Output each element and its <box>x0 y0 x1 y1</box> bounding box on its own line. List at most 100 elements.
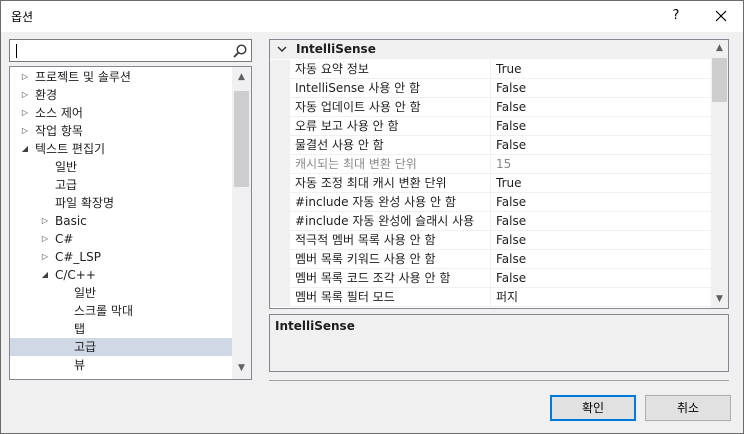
property-value[interactable]: False <box>496 117 526 135</box>
scroll-down-icon[interactable]: ▼ <box>232 360 251 377</box>
property-row[interactable]: 멤버 목록 키워드 사용 안 함 False <box>270 250 711 269</box>
tree-item[interactable]: ▷ 작업 항목 <box>10 122 232 140</box>
property-value[interactable]: False <box>496 231 526 249</box>
column-splitter[interactable] <box>490 193 491 212</box>
tree-item[interactable]: 스크롤 막대 <box>10 302 232 320</box>
column-splitter[interactable] <box>490 288 491 307</box>
tree-item[interactable]: ▷ C# <box>10 230 232 248</box>
column-splitter[interactable] <box>490 250 491 269</box>
ok-button[interactable]: 확인 <box>550 395 636 421</box>
column-splitter[interactable] <box>490 155 491 174</box>
tree-item[interactable]: ▷ 소스 제어 <box>10 104 232 122</box>
property-row[interactable]: 물결선 사용 안 함 False <box>270 136 711 155</box>
tree-scrollbar[interactable]: ▲ ▼ <box>232 67 251 379</box>
cancel-button[interactable]: 취소 <box>645 395 731 421</box>
tree-list: ▷ 프로젝트 및 솔루션 ▷ 환경 ▷ 소스 제어 ▷ 작업 항목 ◢ 텍스트 편집기 일반 고급 파일… <box>10 67 232 379</box>
tree-item[interactable]: 일반 <box>10 284 232 302</box>
tree-item-label: 스크롤 막대 <box>74 304 134 318</box>
column-splitter[interactable] <box>490 269 491 288</box>
tree-scroll-thumb[interactable] <box>234 91 249 187</box>
column-splitter[interactable] <box>490 117 491 136</box>
chevron-down-icon[interactable] <box>276 40 288 59</box>
property-value[interactable]: False <box>496 193 526 211</box>
property-name: 멤버 목록 키워드 사용 안 함 <box>295 252 436 266</box>
grid-scrollbar[interactable]: ▲ ▼ <box>711 40 728 308</box>
property-row[interactable]: 자동 조정 최대 캐시 변환 단위 True <box>270 174 711 193</box>
property-name: 물결선 사용 안 함 <box>295 138 384 152</box>
close-button[interactable] <box>703 4 739 28</box>
collapsed-triangle-icon[interactable]: ▷ <box>40 230 50 248</box>
collapsed-triangle-icon[interactable]: ▷ <box>40 212 50 230</box>
tree-item[interactable]: ◢ 텍스트 편집기 <box>10 140 232 158</box>
tree-item-label: 탭 <box>74 322 86 336</box>
row-gutter <box>270 174 290 193</box>
column-splitter[interactable] <box>490 98 491 117</box>
expanded-triangle-icon[interactable]: ◢ <box>20 140 30 158</box>
property-row[interactable]: 오류 보고 사용 안 함 False <box>270 117 711 136</box>
tree-item[interactable]: 고급 <box>10 176 232 194</box>
property-row[interactable]: 캐시되는 최대 변환 단위 15 <box>270 155 711 174</box>
property-row[interactable]: 자동 업데이트 사용 안 함 False <box>270 98 711 117</box>
category-row[interactable]: IntelliSense <box>270 40 711 59</box>
tree-item[interactable]: 고급 <box>10 338 232 356</box>
property-row[interactable]: #include 자동 완성에 슬래시 사용 False <box>270 212 711 231</box>
property-name: 멤버 목록 코드 조각 사용 안 함 <box>295 271 451 285</box>
scroll-down-icon[interactable]: ▼ <box>711 291 728 308</box>
scroll-up-icon[interactable]: ▲ <box>232 69 251 86</box>
tree-item-label: 파일 확장명 <box>55 196 115 210</box>
property-value[interactable]: False <box>496 212 526 230</box>
tree-item[interactable]: ▷ 환경 <box>10 86 232 104</box>
property-value[interactable]: False <box>496 98 526 116</box>
property-value[interactable]: False <box>496 250 526 268</box>
tree-item[interactable]: 뷰 <box>10 356 232 374</box>
property-row[interactable]: IntelliSense 사용 안 함 False <box>270 79 711 98</box>
property-name: #include 자동 완성에 슬래시 사용 <box>295 214 475 228</box>
property-value[interactable]: False <box>496 269 526 287</box>
column-splitter[interactable] <box>490 60 491 79</box>
column-splitter[interactable] <box>490 212 491 231</box>
expanded-triangle-icon[interactable]: ◢ <box>40 266 50 284</box>
property-value[interactable]: True <box>496 60 522 78</box>
tree-item-label: 소스 제어 <box>35 106 83 120</box>
collapsed-triangle-icon[interactable]: ▷ <box>40 248 50 266</box>
help-button[interactable]: ? <box>663 5 689 27</box>
property-row[interactable]: 자동 요약 정보 True <box>270 60 711 79</box>
tree-item[interactable]: ▷ 프로젝트 및 솔루션 <box>10 68 232 86</box>
tree-item[interactable]: ▷ Basic <box>10 212 232 230</box>
collapsed-triangle-icon[interactable]: ▷ <box>20 122 30 140</box>
property-row[interactable]: 적극적 멤버 목록 사용 안 함 False <box>270 231 711 250</box>
property-name: IntelliSense 사용 안 함 <box>295 81 421 95</box>
search-icon[interactable] <box>232 43 248 59</box>
tree-item[interactable]: ▷ C#_LSP <box>10 248 232 266</box>
property-value[interactable]: False <box>496 136 526 154</box>
scroll-up-icon[interactable]: ▲ <box>711 40 728 57</box>
column-splitter[interactable] <box>490 79 491 98</box>
collapsed-triangle-icon[interactable]: ▷ <box>20 104 30 122</box>
property-row[interactable]: 멤버 목록 코드 조각 사용 안 함 False <box>270 269 711 288</box>
tree-item[interactable]: ◢ C/C++ <box>10 266 232 284</box>
search-input[interactable] <box>9 39 252 62</box>
column-splitter[interactable] <box>490 174 491 193</box>
collapsed-triangle-icon[interactable]: ▷ <box>20 68 30 86</box>
property-value[interactable]: False <box>496 79 526 97</box>
property-name: 오류 보고 사용 안 함 <box>295 119 399 133</box>
tree-item[interactable]: 탭 <box>10 320 232 338</box>
column-splitter[interactable] <box>490 136 491 155</box>
description-title: IntelliSense <box>275 319 355 333</box>
options-tree: ▷ 프로젝트 및 솔루션 ▷ 환경 ▷ 소스 제어 ▷ 작업 항목 ◢ 텍스트 편집기 일반 고급 파일… <box>9 66 252 380</box>
property-name: #include 자동 완성 사용 안 함 <box>295 195 456 209</box>
tree-item-label: Basic <box>55 214 87 228</box>
property-value[interactable]: True <box>496 174 522 192</box>
tree-item[interactable]: 일반 <box>10 158 232 176</box>
property-value[interactable]: 15 <box>496 155 511 173</box>
property-name: 자동 조정 최대 캐시 변환 단위 <box>295 176 447 190</box>
column-splitter[interactable] <box>490 231 491 250</box>
property-row[interactable]: 멤버 목록 필터 모드 퍼지 <box>270 288 711 307</box>
tree-item[interactable]: 파일 확장명 <box>10 194 232 212</box>
row-gutter <box>270 288 290 307</box>
collapsed-triangle-icon[interactable]: ▷ <box>20 86 30 104</box>
grid-scroll-thumb[interactable] <box>712 58 727 102</box>
property-value[interactable]: 퍼지 <box>496 288 518 306</box>
property-name: 적극적 멤버 목록 사용 안 함 <box>295 233 436 247</box>
property-row[interactable]: #include 자동 완성 사용 안 함 False <box>270 193 711 212</box>
